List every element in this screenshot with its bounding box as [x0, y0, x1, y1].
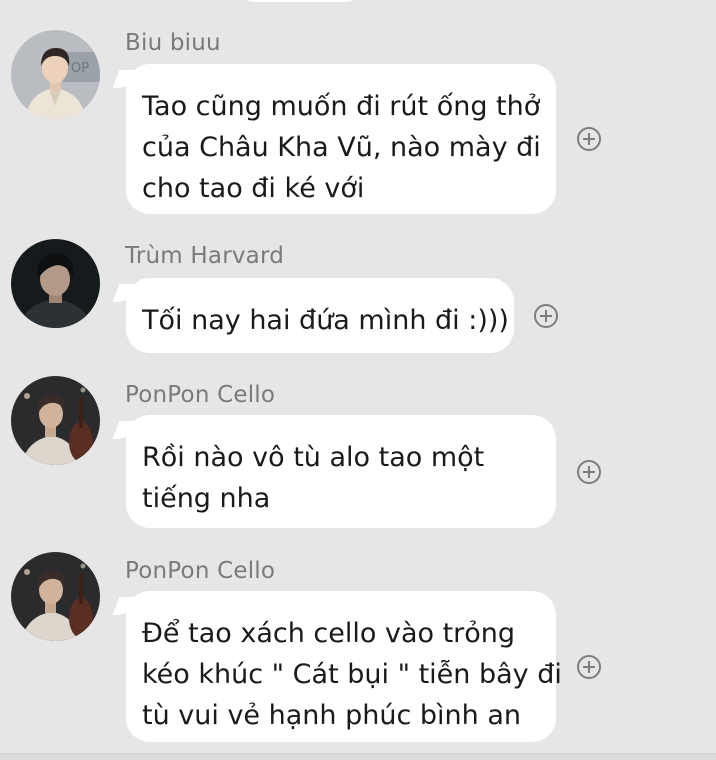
message-text-line: của Châu Kha Vũ, nào mày đi — [142, 132, 541, 163]
message-bubble[interactable]: Tao cũng muốn đi rút ống thở của Châu Kh… — [126, 64, 556, 214]
message-text-line: cho tao đi ké với — [142, 173, 365, 204]
sender-avatar[interactable] — [11, 376, 100, 465]
sender-avatar[interactable]: OP — [11, 30, 100, 119]
sender-name: Biu biuu — [125, 30, 221, 56]
sender-avatar[interactable] — [11, 552, 100, 641]
message-text-line: kéo khúc " Cát bụi " tiễn bây đi — [142, 659, 562, 690]
message-text-line: tiếng nha — [142, 483, 271, 514]
add-reaction-icon[interactable] — [577, 127, 601, 151]
avatar-cello-player-icon — [11, 376, 100, 465]
add-reaction-icon[interactable] — [534, 304, 558, 328]
avatar-man-beige-suit-icon: OP — [11, 30, 100, 119]
svg-text:OP: OP — [71, 61, 89, 76]
message-text-line: Tao cũng muốn đi rút ống thở — [142, 91, 541, 122]
message-text-line: Để tao xách cello vào trỏng — [142, 618, 516, 649]
message-bubble[interactable]: Tối nay hai đứa mình đi :))) — [126, 278, 514, 353]
message-text-line: Rồi nào vô tù alo tao một — [142, 442, 485, 473]
message-bubble[interactable]: Để tao xách cello vào trỏng kéo khúc " C… — [126, 591, 562, 742]
avatar-cello-player-icon — [11, 552, 100, 641]
sender-name: PonPon Cello — [125, 382, 276, 408]
sender-name: Trùm Harvard — [125, 243, 285, 269]
add-reaction-icon[interactable] — [577, 655, 601, 679]
message-bubble[interactable]: Rồi nào vô tù alo tao một tiếng nha — [126, 415, 556, 528]
avatar-man-dark-hair-icon — [11, 239, 100, 328]
message-text-line: tù vui vẻ hạnh phúc bình an — [142, 700, 521, 731]
add-reaction-icon[interactable] — [577, 460, 601, 484]
sender-name: PonPon Cello — [125, 558, 276, 584]
sender-avatar[interactable] — [11, 239, 100, 328]
previous-message-bubble-edge — [240, 0, 360, 2]
message-text-line: Tối nay hai đứa mình đi :))) — [142, 305, 509, 336]
bottom-divider — [0, 753, 716, 760]
